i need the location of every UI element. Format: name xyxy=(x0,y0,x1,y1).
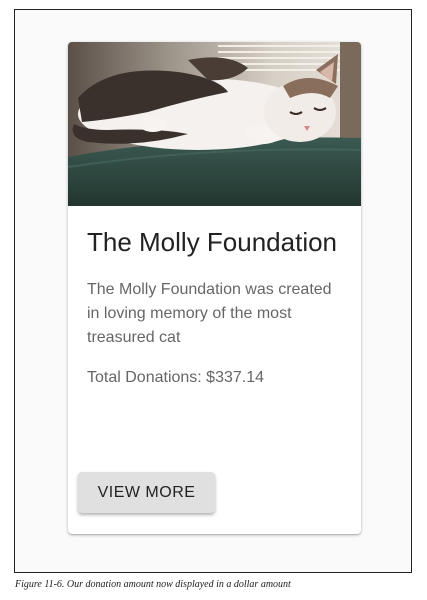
screenshot-frame: The Molly Foundation The Molly Foundatio… xyxy=(14,9,412,573)
total-donations: Total Donations: $337.14 xyxy=(87,369,265,386)
figure-caption: Figure 11-6. Our donation amount now dis… xyxy=(15,579,291,590)
view-more-button[interactable]: VIEW MORE xyxy=(78,472,215,513)
cat-photo xyxy=(68,42,361,206)
card-content: The Molly Foundation The Molly Foundatio… xyxy=(87,224,342,390)
foundation-card: The Molly Foundation The Molly Foundatio… xyxy=(68,42,361,534)
card-title: The Molly Foundation xyxy=(87,227,338,257)
card-description: The Molly Foundation was created in lovi… xyxy=(87,281,332,346)
